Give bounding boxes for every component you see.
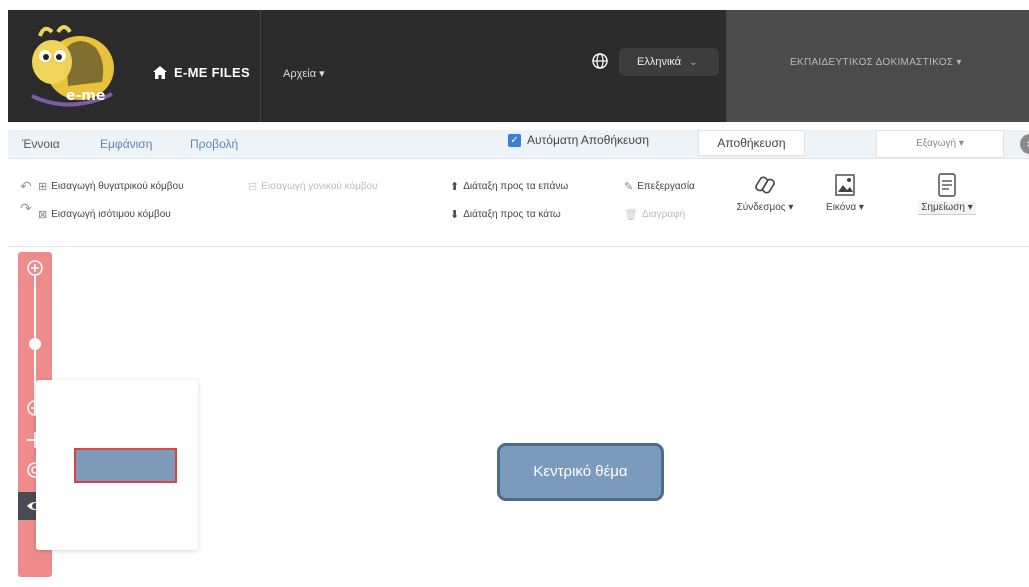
- delete-label: Διαγραφή: [641, 209, 686, 220]
- image-icon: [835, 174, 855, 196]
- central-topic-node[interactable]: Κεντρικό θέμα: [497, 443, 664, 501]
- insert-parent-label: Εισαγωγή γονικού κόμβου: [261, 181, 378, 192]
- insert-child-icon: ⊞: [38, 181, 48, 193]
- insert-sibling-icon: ⊠: [38, 209, 48, 221]
- redo-icon[interactable]: ↷: [20, 200, 32, 217]
- eme-logo[interactable]: e-me: [22, 18, 118, 112]
- move-down-button[interactable]: ⬇ Διάταξη προς τα κάτω: [450, 208, 561, 221]
- minimap-viewport[interactable]: [74, 448, 177, 483]
- undo-icon[interactable]: ↶: [20, 178, 32, 195]
- link-button[interactable]: Σύνδεσμος ▾: [730, 172, 800, 213]
- insert-sibling-button[interactable]: ⊠ Εισαγωγή ισότιμου κόμβου: [38, 208, 171, 221]
- note-button[interactable]: Σημείωση ▾: [912, 172, 982, 215]
- edit-label: Επεξεργασία: [637, 181, 695, 192]
- image-label: Εικόνα ▾: [826, 202, 864, 213]
- language-select[interactable]: Ελληνικά ⌄: [619, 48, 719, 76]
- move-up-button[interactable]: ⬆ Διάταξη προς τα επάνω: [450, 180, 568, 193]
- export-dropdown[interactable]: Εξαγωγή ▾: [876, 130, 1004, 158]
- brand-link[interactable]: E-ME FILES: [153, 65, 250, 80]
- files-menu[interactable]: Αρχεία ▾: [283, 67, 325, 80]
- insert-sibling-label: Εισαγωγή ισότιμου κόμβου: [51, 209, 171, 220]
- arrow-up-icon: ⬆: [450, 181, 460, 193]
- insert-child-label: Εισαγωγή θυγατρικού κόμβου: [51, 181, 184, 192]
- insert-child-button[interactable]: ⊞ Εισαγωγή θυγατρικού κόμβου: [38, 180, 184, 193]
- globe-icon: [592, 53, 608, 69]
- image-button[interactable]: Εικόνα ▾: [810, 172, 880, 213]
- delete-button[interactable]: 🗑 Διαγραφή: [624, 208, 685, 221]
- tab-concept[interactable]: Έννοια: [22, 137, 60, 151]
- arrow-down-icon: ⬇: [450, 209, 460, 221]
- insert-parent-icon: ⊟: [248, 181, 258, 193]
- link-label: Σύνδεσμος ▾: [736, 202, 794, 213]
- language-label: Ελληνικά: [637, 56, 682, 68]
- chevron-down-icon: ⌄: [689, 56, 698, 68]
- note-label: Σημείωση ▾: [918, 201, 976, 215]
- move-down-label: Διάταξη προς τα κάτω: [463, 209, 561, 220]
- tab-appearance[interactable]: Εμφάνιση: [100, 137, 152, 151]
- svg-text:e-me: e-me: [66, 88, 105, 104]
- save-button[interactable]: Αποθήκευση: [698, 130, 805, 156]
- tab-view[interactable]: Προβολή: [190, 137, 238, 151]
- autosave-checkbox[interactable]: ✓: [508, 133, 521, 147]
- close-icon[interactable]: ×: [1020, 134, 1029, 154]
- zoom-slider-handle[interactable]: [29, 338, 41, 350]
- edit-icon: ✎: [624, 181, 634, 193]
- toolbar: ↶ ↷ ⊞ Εισαγωγή θυγατρικού κόμβου ⊟ Εισαγ…: [8, 160, 1029, 247]
- minimap[interactable]: [36, 380, 198, 550]
- home-icon: [153, 66, 167, 79]
- user-menu[interactable]: ΕΚΠΑΙΔΕΥΤΙΚΟΣ ΔΟΚΙΜΑΣΤΙΚΟΣ ▾: [790, 57, 962, 68]
- autosave-toggle[interactable]: ✓ Αυτόματη Αποθήκευση: [508, 133, 649, 147]
- brand-label: E-ME FILES: [174, 65, 250, 80]
- edit-button[interactable]: ✎ Επεξεργασία: [624, 180, 695, 193]
- trash-icon: 🗑: [624, 209, 638, 221]
- move-up-label: Διάταξη προς τα επάνω: [463, 181, 569, 192]
- note-icon: [938, 173, 956, 197]
- link-icon: [755, 176, 775, 194]
- top-navbar: e-me E-ME FILES Αρχεία ▾ Ελληνικά ⌄ ΕΚΠΑ…: [0, 0, 1029, 124]
- nav-divider: [260, 10, 261, 122]
- autosave-label: Αυτόματη Αποθήκευση: [527, 133, 650, 147]
- ribbon-tabs: Έννοια Εμφάνιση Προβολή ✓ Αυτόματη Αποθή…: [8, 130, 1029, 159]
- insert-parent-button[interactable]: ⊟ Εισαγωγή γονικού κόμβου: [248, 180, 378, 193]
- nav-brand-section: e-me E-ME FILES Αρχεία ▾: [8, 10, 360, 122]
